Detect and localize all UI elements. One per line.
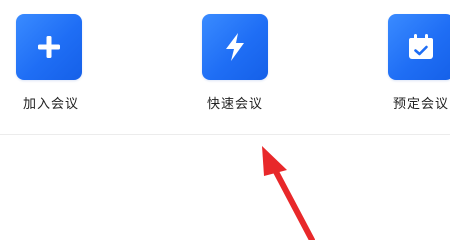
- calendar-check-icon: [409, 34, 433, 59]
- join-meeting-tile[interactable]: [16, 14, 82, 80]
- quick-meeting-button[interactable]: 快速会议: [202, 14, 268, 112]
- plus-icon: [38, 36, 60, 58]
- join-meeting-label: 加入会议: [22, 97, 79, 112]
- schedule-meeting-tile[interactable]: [388, 14, 450, 80]
- quick-meeting-tile[interactable]: [202, 14, 268, 80]
- quick-meeting-label: 快速会议: [206, 97, 263, 112]
- schedule-meeting-label: 预定会议: [392, 97, 449, 112]
- meeting-home-page: 加入会议 快速会议 预定会议: [0, 0, 450, 240]
- lightning-icon: [226, 33, 244, 61]
- section-divider: [0, 134, 450, 135]
- join-meeting-button[interactable]: 加入会议: [16, 14, 82, 112]
- schedule-meeting-button[interactable]: 预定会议: [388, 14, 450, 112]
